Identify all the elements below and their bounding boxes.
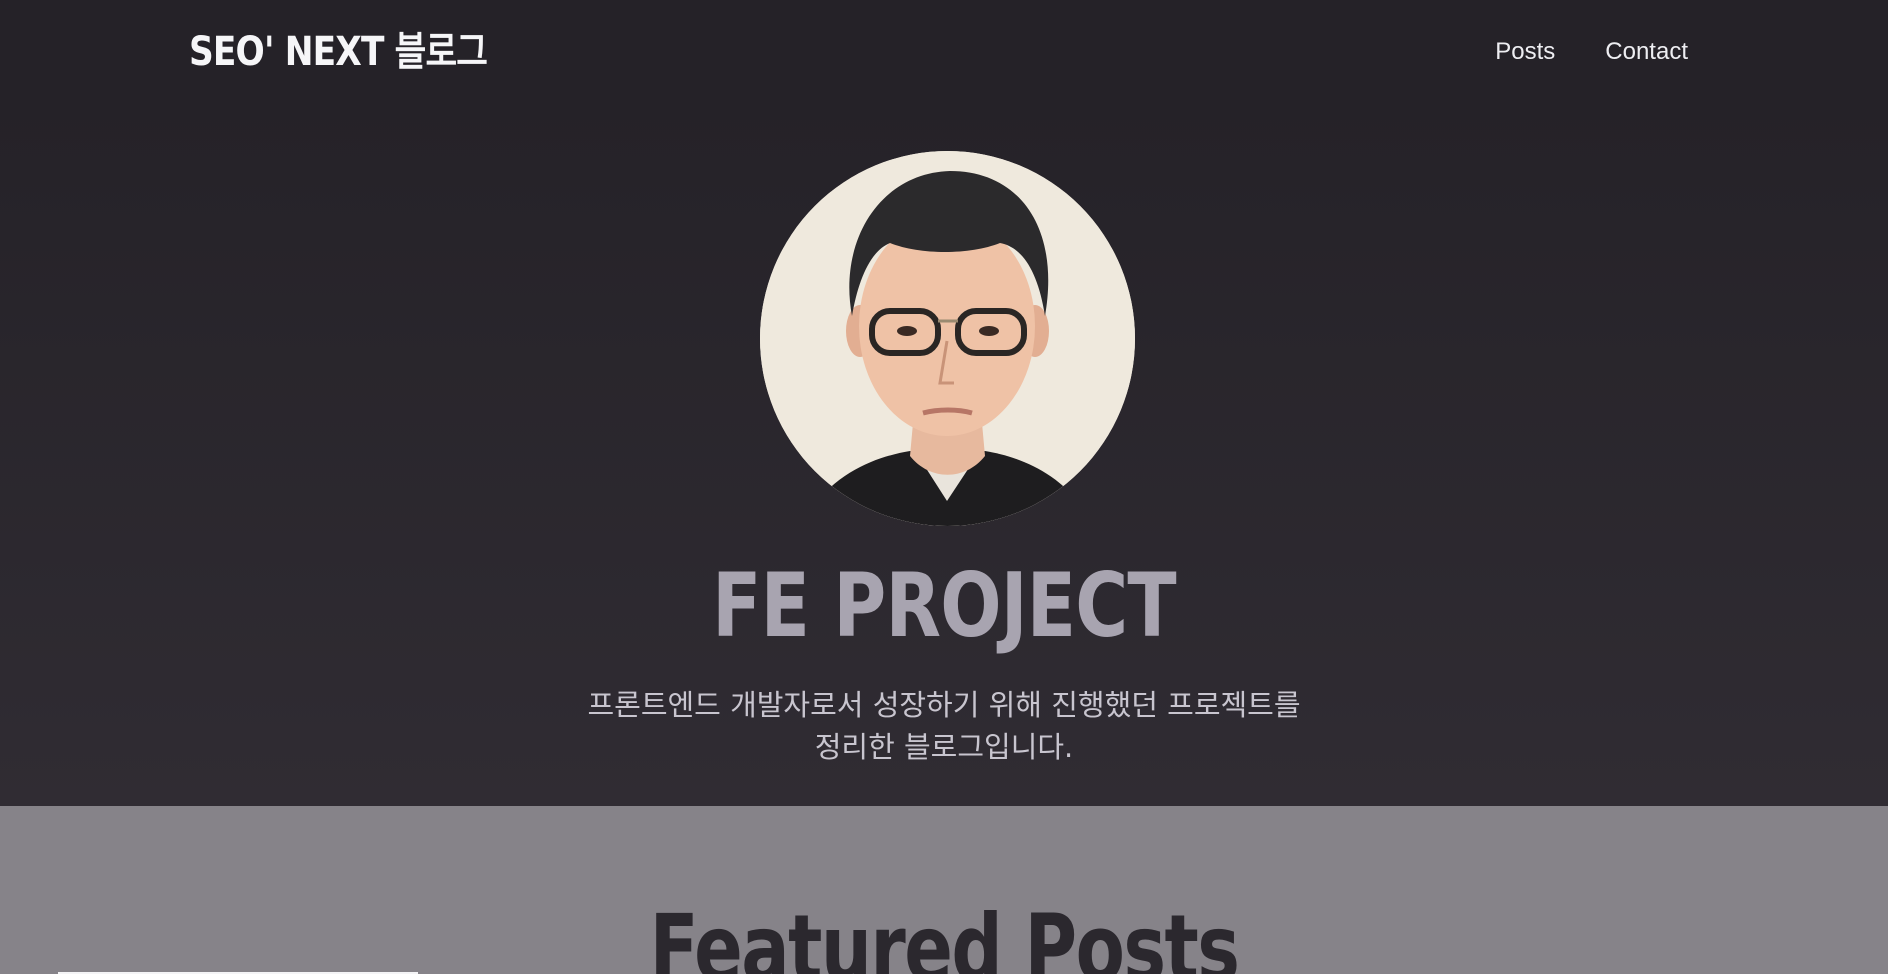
avatar-portrait-image (760, 151, 1135, 526)
hero-description: 프론트엔드 개발자로서 성장하기 위해 진행했던 프로젝트를 정리한 블로그입니… (544, 684, 1344, 768)
site-logo[interactable]: SEO' NEXT 블로그 (189, 24, 488, 80)
page: SEO' NEXT 블로그 Posts Contact FE PROJECT 프… (0, 0, 1888, 974)
featured-posts-title: Featured Posts (649, 895, 1240, 974)
main-nav: Posts Contact (1495, 32, 1688, 72)
nav-contact-link[interactable]: Contact (1605, 32, 1688, 72)
hero-title: FE PROJECT (712, 554, 1176, 657)
hero-description-line-2: 정리한 블로그입니다. (814, 730, 1074, 764)
hero-section: FE PROJECT 프론트엔드 개발자로서 성장하기 위해 진행했던 프로젝트… (0, 104, 1888, 806)
hero-description-line-1: 프론트엔드 개발자로서 성장하기 위해 진행했던 프로젝트를 (587, 688, 1301, 722)
featured-posts-section: Featured Posts (0, 806, 1888, 974)
site-header: SEO' NEXT 블로그 Posts Contact (0, 0, 1888, 104)
nav-posts-link[interactable]: Posts (1495, 32, 1555, 72)
profile-avatar (760, 151, 1135, 526)
